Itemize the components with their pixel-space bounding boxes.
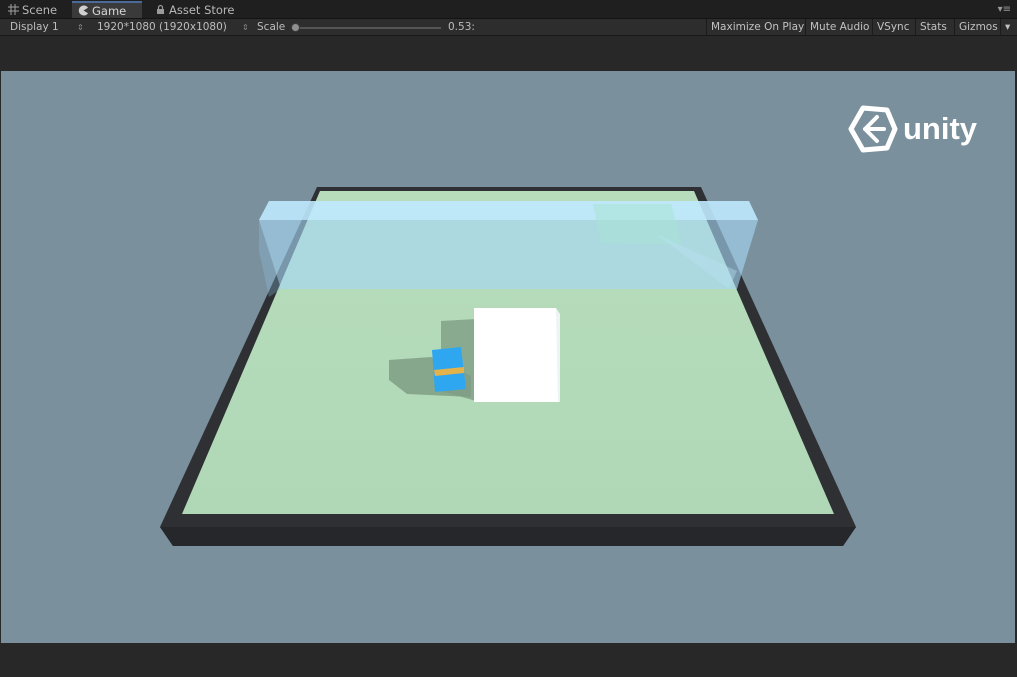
tab-game[interactable]: Game — [72, 1, 142, 18]
tab-bar: Scene Game Asset Store ▾≡ — [0, 0, 1017, 19]
grid-icon — [8, 4, 19, 15]
display-label: Display 1 — [10, 21, 59, 33]
scale-label: Scale — [257, 21, 286, 33]
stats-button[interactable]: Stats — [915, 19, 951, 36]
vsync-button[interactable]: VSync — [872, 19, 914, 36]
maximize-on-play-button[interactable]: Maximize On Play — [706, 19, 808, 36]
gizmos-dropdown-icon[interactable]: ▾ — [1000, 19, 1014, 36]
unity-cube-icon — [848, 105, 898, 153]
resolution-label: 1920*1080 (1920x1080) — [97, 21, 227, 33]
scale-slider-track[interactable] — [295, 27, 441, 29]
tab-menu-icon[interactable]: ▾≡ — [998, 4, 1011, 15]
unity-wordmark: unity — [903, 111, 978, 146]
display-updown-icon: ⇕ — [77, 23, 84, 32]
viewport-letterbox-top — [0, 37, 1017, 71]
lock-icon — [157, 4, 164, 14]
game-toolbar: Display 1 ⇕ 1920*1080 (1920x1080) ⇕ Scal… — [0, 19, 1017, 36]
viewport-letterbox-bottom — [0, 643, 1017, 677]
resolution-updown-icon: ⇕ — [242, 23, 249, 32]
mute-audio-button[interactable]: Mute Audio — [805, 19, 873, 36]
tab-asset-store[interactable]: Asset Store — [149, 2, 241, 19]
player-cube — [432, 347, 466, 392]
white-cube — [474, 308, 560, 402]
resolution-dropdown[interactable]: 1920*1080 (1920x1080) — [97, 19, 227, 36]
water-volume — [259, 201, 758, 297]
unity-logo: unity — [848, 105, 978, 153]
tab-game-label: Game — [92, 4, 127, 18]
scale-slider-thumb[interactable] — [291, 23, 300, 32]
game-scene: unity — [160, 105, 978, 546]
tab-scene-label: Scene — [22, 3, 58, 17]
tab-scene[interactable]: Scene — [2, 2, 63, 19]
pacman-icon — [78, 5, 88, 16]
gizmos-button[interactable]: Gizmos — [954, 19, 1002, 36]
scale-value: 0.53: — [448, 21, 475, 33]
tab-asset-store-label: Asset Store — [169, 3, 235, 17]
game-viewport[interactable]: unity — [1, 71, 1015, 643]
display-dropdown[interactable]: Display 1 — [10, 19, 59, 36]
